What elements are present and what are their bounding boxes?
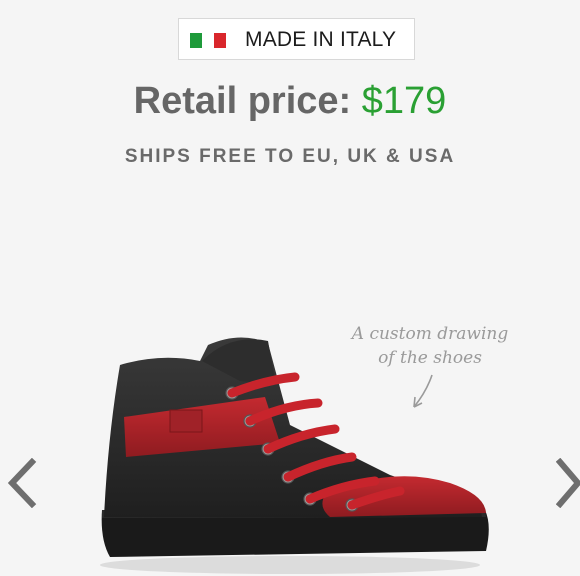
retail-price: Retail price: $179: [0, 80, 580, 123]
shoe-illustration: [100, 337, 489, 574]
price-label: Retail price:: [133, 80, 352, 122]
price-amount: $179: [361, 80, 447, 122]
italy-flag-icon: [190, 33, 226, 48]
made-in-italy-badge: MADE IN ITALY: [178, 18, 415, 60]
chevron-left-icon[interactable]: [4, 458, 38, 508]
chevron-right-icon[interactable]: [556, 458, 580, 508]
badge-label: MADE IN ITALY: [245, 28, 397, 51]
shipping-info: SHIPS FREE TO EU, UK & USA: [124, 146, 456, 167]
